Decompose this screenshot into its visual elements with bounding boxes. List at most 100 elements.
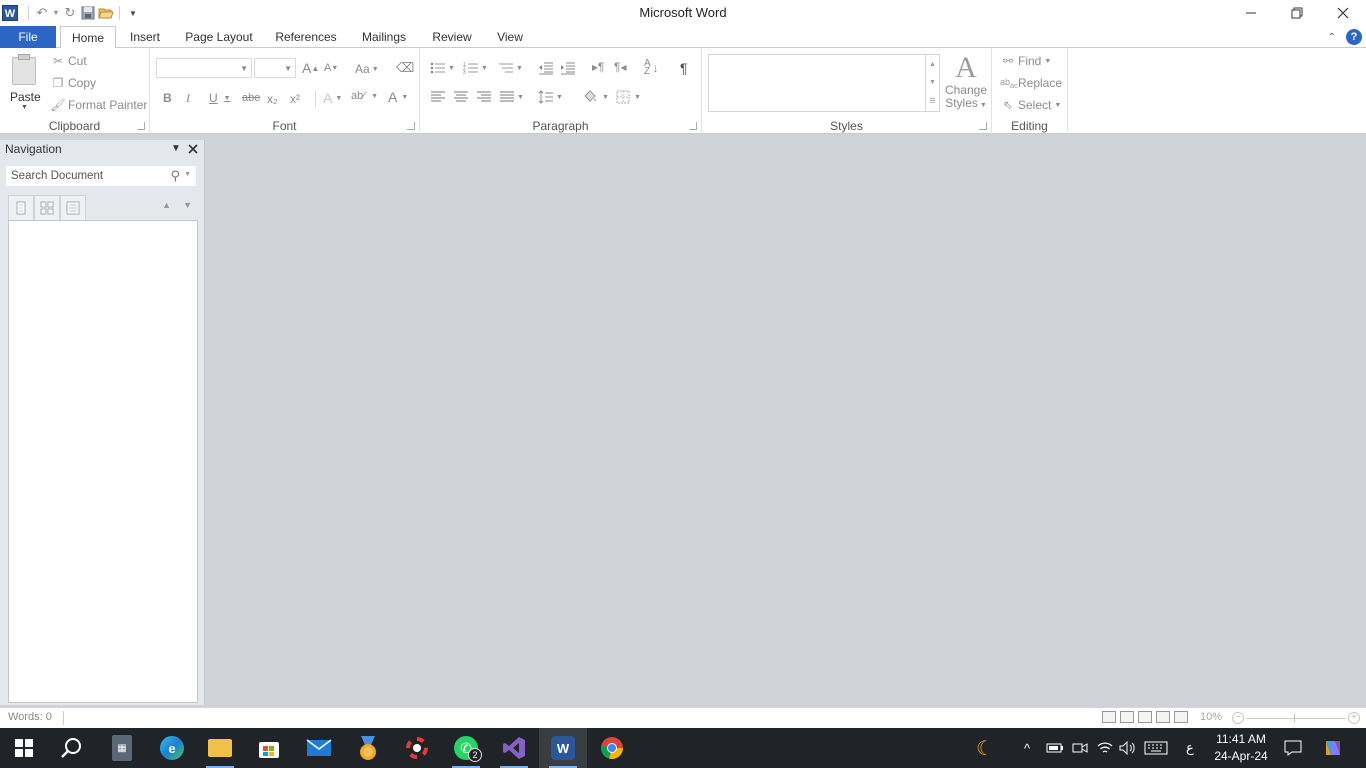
zoom-track[interactable] [1246, 718, 1346, 719]
align-right-button[interactable] [476, 91, 492, 103]
clear-formatting-button[interactable]: ⌫ [396, 60, 414, 76]
format-painter-button[interactable]: 🖌 Format Painter [50, 98, 147, 112]
copilot-icon[interactable] [1322, 728, 1344, 768]
minimize-ribbon-icon[interactable]: ⌃ [1328, 32, 1336, 43]
chrome-app[interactable] [588, 728, 636, 768]
search-options-icon[interactable]: ▼ [184, 171, 191, 178]
quick-styles-gallery[interactable] [708, 54, 926, 112]
visual-studio-app[interactable] [490, 728, 538, 768]
zoom-in-icon[interactable]: + [1348, 712, 1360, 724]
nav-close-icon[interactable] [188, 141, 198, 157]
wifi-icon[interactable] [1097, 728, 1113, 768]
outline-view-icon[interactable] [1156, 711, 1170, 723]
styles-launcher-icon[interactable] [979, 122, 987, 130]
font-color-button[interactable]: A ▼ [388, 89, 408, 105]
font-name-combo[interactable]: ▼ [156, 58, 252, 78]
night-mode-tray-icon[interactable]: ☾ [976, 728, 994, 768]
close-button[interactable] [1320, 0, 1366, 26]
italic-button[interactable]: I [186, 91, 190, 106]
search-document-input[interactable]: Search Document ⚲ ▼ [5, 165, 197, 187]
tab-file[interactable]: File [0, 26, 56, 48]
copy-button[interactable]: ❐ Copy [50, 76, 96, 90]
font-launcher-icon[interactable] [407, 122, 415, 130]
web-layout-icon[interactable] [1138, 711, 1152, 723]
zoom-out-icon[interactable]: − [1232, 712, 1244, 724]
strikethrough-button[interactable]: abe [242, 92, 260, 104]
edge-app[interactable]: e [148, 728, 196, 768]
align-left-button[interactable] [430, 91, 446, 103]
superscript-button[interactable]: x² [290, 92, 300, 106]
next-result-icon[interactable]: ▼ [183, 200, 192, 210]
pages-view-icon[interactable] [34, 195, 60, 221]
minimize-button[interactable] [1228, 0, 1274, 26]
zoom-level[interactable]: 10% [1200, 711, 1222, 723]
replace-button[interactable]: abac Replace [1000, 76, 1062, 90]
tab-insert[interactable]: Insert [124, 26, 166, 48]
underline-button[interactable]: U ▼ [209, 91, 231, 105]
find-button[interactable]: ⚯ Find ▼ [1000, 54, 1051, 68]
tab-review[interactable]: Review [426, 26, 478, 48]
line-spacing-button[interactable]: ▼ [538, 90, 563, 104]
clipboard-launcher-icon[interactable] [137, 122, 145, 130]
styles-scroll[interactable]: ▲ ▼ ☰ [926, 54, 940, 112]
clock[interactable]: 11:41 AM 24-Apr-24 [1210, 731, 1272, 765]
show-marks-button[interactable]: ¶ [680, 60, 688, 76]
help-icon[interactable]: ? [1346, 29, 1362, 45]
decrease-indent-button[interactable] [538, 61, 554, 75]
search-taskbar-button[interactable] [48, 728, 96, 768]
tab-page-layout[interactable]: Page Layout [180, 26, 258, 48]
search-icon[interactable]: ⚲ [170, 168, 180, 184]
bullets-button[interactable]: ▼ [430, 61, 455, 75]
select-button[interactable]: ⇖ Select ▼ [1000, 98, 1061, 112]
cut-button[interactable]: ✂ Cut [50, 54, 87, 68]
change-case-button[interactable]: Aa ▼ [355, 62, 379, 76]
volume-icon[interactable] [1119, 728, 1137, 768]
notification-icon[interactable] [1284, 728, 1302, 768]
scroll-up-icon[interactable]: ▲ [929, 61, 936, 68]
paragraph-launcher-icon[interactable] [689, 122, 697, 130]
subscript-button[interactable]: x₂ [267, 92, 278, 106]
ltr-button[interactable]: ▸¶ [592, 60, 604, 74]
calculator-app[interactable]: ▦ [98, 728, 146, 768]
achievement-app[interactable] [344, 728, 392, 768]
grow-font-button[interactable]: A ▲ [302, 60, 319, 76]
tab-mailings[interactable]: Mailings [354, 26, 414, 48]
numbering-button[interactable]: 123 ▼ [463, 61, 488, 75]
start-button[interactable] [0, 728, 48, 768]
file-explorer-app[interactable] [196, 728, 244, 768]
full-screen-reading-icon[interactable] [1120, 711, 1134, 723]
sort-button[interactable]: A Z ↓ [644, 59, 659, 77]
navigation-results-panel[interactable] [8, 220, 198, 703]
headings-view-icon[interactable] [8, 195, 34, 221]
align-center-button[interactable] [453, 91, 469, 103]
tab-references[interactable]: References [270, 26, 342, 48]
scroll-down-icon[interactable]: ▼ [929, 79, 936, 86]
show-hidden-icons[interactable]: ^ [1024, 728, 1030, 768]
increase-indent-button[interactable] [560, 61, 576, 75]
mail-app[interactable] [295, 728, 343, 768]
print-layout-icon[interactable] [1102, 711, 1116, 723]
more-styles-icon[interactable]: ☰ [929, 97, 935, 105]
tab-view[interactable]: View [490, 26, 530, 48]
highlight-button[interactable]: ab⁄ ▼ [351, 90, 378, 102]
change-styles-button[interactable]: A Change Styles ▼ [944, 52, 988, 116]
word-count[interactable]: Words: 0 [8, 711, 52, 723]
zoom-slider[interactable]: − + [1232, 712, 1360, 724]
previous-result-icon[interactable]: ▲ [162, 200, 171, 210]
borders-button[interactable]: ▼ [616, 90, 641, 104]
word-app[interactable]: W [539, 728, 587, 768]
nav-options-icon[interactable]: ▼ [171, 143, 181, 154]
text-effects-button[interactable]: A ▼ [323, 90, 342, 106]
tab-home[interactable]: Home [60, 26, 116, 49]
multilevel-list-button[interactable]: ▼ [498, 61, 523, 75]
results-view-icon[interactable] [60, 195, 86, 221]
bold-button[interactable]: B [163, 91, 172, 105]
font-size-combo[interactable]: ▼ [254, 58, 296, 78]
paste-button[interactable]: Paste ▼ [4, 50, 44, 114]
shading-button[interactable]: ▼ [582, 90, 609, 104]
draft-view-icon[interactable] [1174, 711, 1188, 723]
rtl-button[interactable]: ¶◂ [614, 60, 626, 74]
meet-now-icon[interactable] [1072, 728, 1088, 768]
microsoft-store-app[interactable] [245, 728, 293, 768]
battery-icon[interactable] [1046, 728, 1064, 768]
